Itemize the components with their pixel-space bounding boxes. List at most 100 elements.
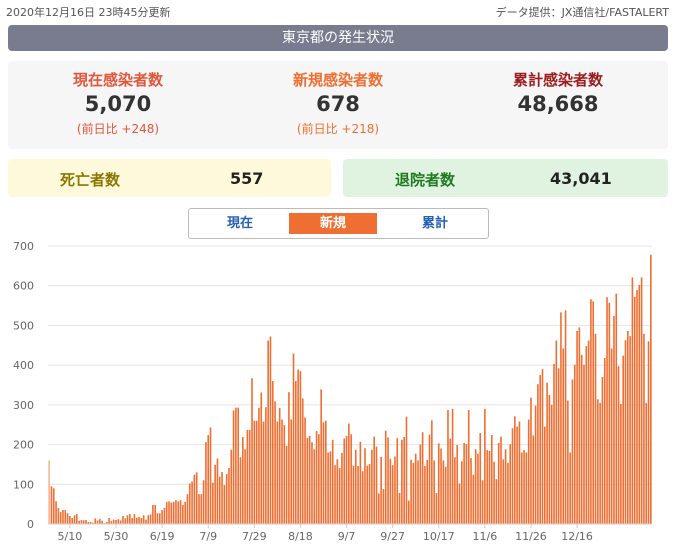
bar: [281, 419, 283, 524]
bar: [96, 520, 99, 524]
bar: [592, 301, 595, 524]
bar: [444, 466, 447, 524]
bar: [394, 456, 396, 524]
x-tick-label: 10/17: [423, 530, 455, 543]
bar: [82, 520, 85, 524]
bar: [331, 439, 334, 524]
bar: [504, 449, 507, 524]
bar: [398, 493, 401, 524]
bar: [350, 434, 352, 524]
bar: [424, 466, 426, 524]
bar: [520, 452, 523, 524]
bar: [205, 442, 207, 524]
bar: [375, 446, 378, 524]
recovered-label: 退院者数: [395, 171, 456, 189]
bar: [221, 471, 223, 524]
bar: [562, 348, 565, 524]
bar: [633, 296, 636, 524]
bar: [502, 459, 505, 524]
tab-current[interactable]: 現在: [196, 213, 284, 234]
bar: [336, 459, 339, 524]
bar: [126, 515, 129, 524]
stat-current-label: 現在感染者数: [72, 71, 163, 89]
bar: [573, 364, 576, 524]
bar: [322, 422, 325, 524]
data-source: データ提供：JX通信社/FASTALERT: [495, 6, 669, 19]
bar: [94, 518, 97, 524]
bar: [583, 364, 585, 524]
bar: [283, 425, 286, 524]
bar: [239, 457, 242, 524]
bar: [306, 437, 309, 524]
bar: [435, 493, 438, 524]
bar: [348, 423, 350, 524]
tab-new[interactable]: 新規: [289, 213, 377, 234]
x-tick-label: 11/26: [515, 530, 547, 543]
bar: [421, 432, 424, 524]
bar: [525, 452, 528, 524]
bar: [73, 515, 76, 524]
bar: [145, 519, 147, 524]
bar: [571, 379, 574, 524]
y-tick-label: 200: [13, 439, 34, 452]
bar: [599, 402, 601, 524]
bar: [417, 460, 419, 524]
bar: [267, 340, 269, 524]
bar: [401, 439, 403, 524]
bar: [313, 449, 316, 524]
bar: [48, 460, 50, 524]
x-tick-label: 6/19: [150, 530, 175, 543]
chart-tab-group: 現在 新規 累計: [188, 208, 489, 239]
bar: [610, 348, 613, 524]
bar: [458, 483, 461, 524]
bar: [285, 445, 288, 524]
bar: [548, 394, 551, 524]
bar: [223, 485, 226, 524]
tab-total[interactable]: 累計: [391, 213, 479, 234]
bar: [555, 340, 558, 524]
bar: [216, 458, 219, 524]
bar: [481, 480, 484, 524]
bar: [246, 429, 249, 524]
bar: [541, 369, 544, 524]
bar: [626, 330, 629, 524]
bar: [497, 442, 500, 524]
bar: [474, 449, 477, 524]
bar: [209, 427, 212, 524]
bar: [191, 481, 193, 524]
bar: [152, 504, 154, 524]
bar: [99, 518, 101, 524]
bar: [437, 443, 440, 524]
x-tick-label: 12/16: [561, 530, 593, 543]
bar: [463, 442, 465, 524]
bar: [315, 431, 318, 524]
bar: [364, 448, 366, 524]
bar: [301, 398, 304, 524]
deaths-box: 死亡者数 557: [8, 159, 331, 197]
bar: [251, 378, 253, 524]
bar: [265, 407, 267, 524]
bar: [318, 434, 320, 524]
bar: [382, 489, 385, 524]
bar: [52, 488, 55, 524]
bar: [161, 510, 163, 524]
bar: [354, 449, 357, 524]
x-tick-label: 9/27: [380, 530, 405, 543]
bar: [403, 437, 405, 524]
bar: [345, 435, 348, 524]
bar: [507, 462, 509, 524]
bar: [290, 419, 293, 524]
recovered-box: 退院者数 43,041: [343, 159, 668, 197]
bar: [428, 434, 431, 524]
bar: [244, 449, 246, 524]
bar: [643, 333, 645, 524]
bar: [202, 480, 205, 524]
bar: [165, 502, 168, 524]
bar: [71, 518, 74, 524]
bar: [230, 449, 233, 524]
x-tick-label: 9/7: [338, 530, 356, 543]
bar: [560, 312, 562, 524]
bar: [212, 482, 214, 524]
y-tick-label: 300: [13, 399, 34, 412]
bar: [486, 450, 488, 524]
